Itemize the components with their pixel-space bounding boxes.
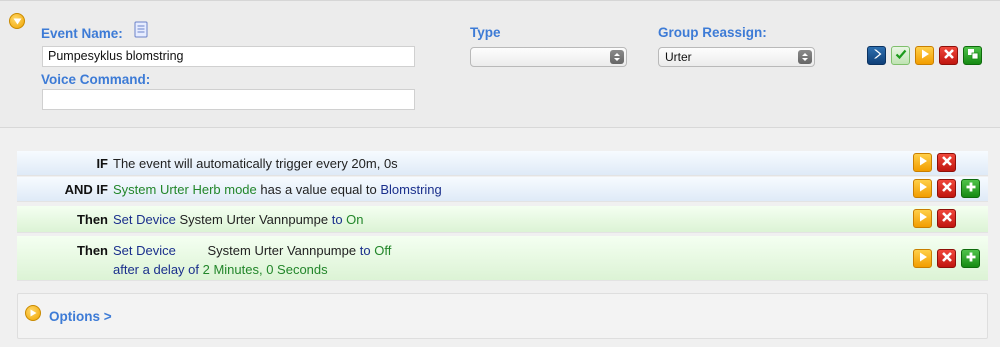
group-reassign-select[interactable]: Urter bbox=[658, 47, 815, 67]
rule-keyword: Then bbox=[76, 243, 108, 258]
rule-body: The event will automatically trigger eve… bbox=[113, 156, 398, 171]
play-icon bbox=[917, 155, 929, 170]
test-action-button[interactable] bbox=[913, 249, 932, 268]
delete-action-button[interactable] bbox=[937, 249, 956, 268]
event-name-input[interactable]: Pumpesyklus blomstring bbox=[42, 46, 415, 67]
select-arrows-icon bbox=[798, 50, 812, 64]
add-icon bbox=[965, 181, 977, 196]
action-row-then-off: Then Set Device System Urter Vannpumpe t… bbox=[17, 236, 988, 281]
delete-event-button[interactable] bbox=[939, 46, 958, 65]
action-to-text: to bbox=[331, 212, 343, 227]
rule-body: System Urter Herb mode has a value equal… bbox=[113, 182, 442, 197]
delete-icon bbox=[941, 155, 953, 170]
action-body: Set Device System Urter Vannpumpe to Off bbox=[113, 243, 391, 258]
check-icon bbox=[895, 48, 907, 63]
action-delay-line: after a delay of 2 Minutes, 0 Seconds bbox=[113, 262, 328, 277]
select-arrows-icon bbox=[610, 50, 624, 64]
collapse-toggle-icon[interactable] bbox=[9, 13, 25, 29]
action-body: Set Device System Urter Vannpumpe to On bbox=[113, 212, 364, 227]
options-label[interactable]: Options > bbox=[49, 309, 112, 324]
action-value-link[interactable]: Off bbox=[374, 243, 391, 258]
action-row-then-on: Then Set Device System Urter Vannpumpe t… bbox=[17, 206, 988, 233]
rule-keyword: Then bbox=[76, 212, 108, 227]
test-condition-button[interactable] bbox=[913, 153, 932, 172]
delete-icon bbox=[941, 251, 953, 266]
play-icon bbox=[917, 181, 929, 196]
add-icon bbox=[965, 251, 977, 266]
type-label: Type bbox=[470, 25, 501, 40]
options-panel[interactable]: Options > bbox=[17, 293, 988, 339]
condition-operator[interactable]: has a value equal to bbox=[257, 182, 381, 197]
test-action-button[interactable] bbox=[913, 209, 932, 228]
add-action-button[interactable] bbox=[961, 249, 980, 268]
copy-event-button[interactable] bbox=[963, 46, 982, 65]
group-reassign-value: Urter bbox=[665, 50, 692, 64]
save-button[interactable] bbox=[891, 46, 910, 65]
trigger-text: The event will automatically trigger eve… bbox=[113, 156, 398, 171]
rule-keyword: AND IF bbox=[64, 182, 108, 197]
delay-value-link[interactable]: 2 Minutes, 0 Seconds bbox=[203, 262, 328, 277]
condition-device-link[interactable]: System Urter Herb mode bbox=[113, 182, 257, 197]
voice-command-input[interactable] bbox=[42, 89, 415, 110]
action-to-text: to bbox=[359, 243, 371, 258]
condition-value-link[interactable]: Blomstring bbox=[380, 182, 441, 197]
event-name-label: Event Name: bbox=[41, 26, 123, 41]
delete-icon bbox=[941, 211, 953, 226]
rule-row-and-if: AND IF System Urter Herb mode has a valu… bbox=[17, 177, 988, 202]
action-value-link[interactable]: On bbox=[343, 212, 363, 227]
event-editor: Event Name: Pumpesyklus blomstring Voice… bbox=[0, 0, 1000, 347]
expand-options-icon[interactable] bbox=[25, 305, 41, 321]
delete-action-button[interactable] bbox=[937, 209, 956, 228]
type-select[interactable] bbox=[470, 47, 627, 67]
play-icon bbox=[919, 48, 931, 63]
run-event-button[interactable] bbox=[915, 46, 934, 65]
next-icon bbox=[871, 48, 883, 63]
test-condition-button[interactable] bbox=[913, 179, 932, 198]
action-device-name[interactable]: System Urter Vannpumpe bbox=[176, 212, 332, 227]
voice-command-label: Voice Command: bbox=[41, 72, 151, 87]
next-button[interactable] bbox=[867, 46, 886, 65]
add-condition-button[interactable] bbox=[961, 179, 980, 198]
play-icon bbox=[917, 251, 929, 266]
delay-prefix: after a delay of bbox=[113, 262, 199, 277]
delete-condition-button[interactable] bbox=[937, 179, 956, 198]
rule-row-if: IF The event will automatically trigger … bbox=[17, 151, 988, 176]
rule-keyword: IF bbox=[96, 156, 108, 171]
notes-icon[interactable] bbox=[133, 21, 149, 38]
group-reassign-label: Group Reassign: bbox=[658, 25, 767, 40]
copy-icon bbox=[967, 48, 979, 63]
event-header-panel: Event Name: Pumpesyklus blomstring Voice… bbox=[0, 0, 1000, 128]
delete-icon bbox=[943, 48, 955, 63]
action-type-link[interactable]: Set Device bbox=[113, 212, 176, 227]
action-type-link[interactable]: Set Device bbox=[113, 243, 176, 258]
action-device-name[interactable]: System Urter Vannpumpe bbox=[208, 243, 357, 258]
delete-icon bbox=[941, 181, 953, 196]
delete-condition-button[interactable] bbox=[937, 153, 956, 172]
play-icon bbox=[917, 211, 929, 226]
